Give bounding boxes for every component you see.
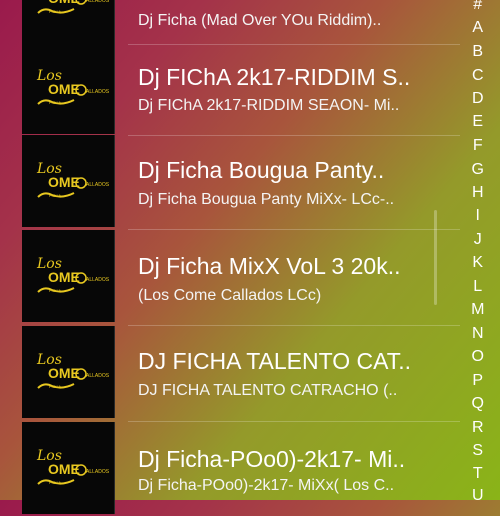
svg-text:ALLADOS: ALLADOS	[86, 89, 110, 95]
los-come-callados-logo: Los OME ALLADOS FICHA	[22, 230, 114, 322]
index-letter-n[interactable]: N	[460, 325, 496, 343]
svg-text:OME: OME	[48, 461, 80, 477]
song-title: Dj Ficha MixX VoL 3 20k..	[138, 253, 401, 279]
svg-text:OME: OME	[48, 269, 80, 285]
song-title: DJ FICHA TALENTO CAT..	[138, 348, 412, 374]
alphabet-index[interactable]: # A B C D E F G H I J K L M N O P Q R S …	[460, 0, 500, 504]
los-come-callados-logo: Los OME ALLADOS FICHA	[22, 42, 114, 134]
svg-text:FICHA: FICHA	[49, 9, 61, 14]
svg-text:ALLADOS: ALLADOS	[86, 277, 110, 283]
los-come-callados-logo: Los OME ALLADOS FICHA	[22, 326, 114, 418]
los-come-callados-logo: Los OME ALLADOS FICHA	[22, 0, 114, 43]
album-art-thumbnail: Los OME ALLADOS FICHA	[22, 326, 115, 418]
song-title: Dj FIChA 2k17-RIDDIM S..	[138, 64, 411, 90]
svg-text:FICHA: FICHA	[49, 480, 61, 485]
svg-text:ALLADOS: ALLADOS	[86, 182, 110, 188]
svg-text:ALLADOS: ALLADOS	[86, 469, 110, 475]
list-item[interactable]: Los OME ALLADOS FICHA Dj Ficha (Mad Over…	[0, 0, 460, 45]
song-subtitle: Dj FIChA 2k17-RIDDIM SEAON- Mi..	[138, 97, 400, 114]
svg-text:FICHA: FICHA	[49, 193, 61, 198]
album-art-thumbnail: Los OME ALLADOS FICHA	[22, 230, 115, 322]
song-subtitle: Dj Ficha Bougua Panty MiXx- LCc-..	[138, 191, 395, 208]
album-art-thumbnail: Los OME ALLADOS FICHA	[22, 42, 115, 134]
album-art-thumbnail: Los OME ALLADOS FICHA	[22, 0, 115, 43]
index-letter-i[interactable]: I	[460, 207, 496, 225]
index-letter-e[interactable]: E	[460, 113, 496, 131]
song-subtitle: Dj Ficha-POo0)-2k17- MiXx( Los C..	[138, 477, 395, 494]
index-letter-j[interactable]: J	[460, 231, 496, 249]
index-letter-k[interactable]: K	[460, 254, 496, 272]
svg-text:FICHA: FICHA	[49, 384, 61, 389]
svg-text:ALLADOS: ALLADOS	[86, 0, 110, 4]
los-come-callados-logo: Los OME ALLADOS FICHA	[22, 422, 114, 514]
index-letter-r[interactable]: R	[460, 419, 496, 437]
index-letter-hash[interactable]: #	[460, 0, 496, 14]
svg-text:ALLADOS: ALLADOS	[86, 373, 110, 379]
svg-text:OME: OME	[48, 0, 80, 6]
song-subtitle: DJ FICHA TALENTO CATRACHO (..	[138, 382, 398, 399]
index-letter-d[interactable]: D	[460, 90, 496, 108]
los-come-callados-logo: Los OME ALLADOS FICHA	[22, 135, 114, 227]
svg-text:OME: OME	[48, 174, 80, 190]
index-letter-f[interactable]: F	[460, 137, 496, 155]
index-letter-p[interactable]: P	[460, 372, 496, 390]
index-letter-u[interactable]: U	[460, 487, 496, 505]
list-item[interactable]: Los OME ALLADOS FICHA Dj FIChA 2k17-RIDD…	[0, 42, 460, 136]
list-item[interactable]: Los OME ALLADOS FICHA Dj Ficha Bougua Pa…	[0, 135, 460, 229]
svg-text:OME: OME	[48, 81, 80, 97]
svg-text:FICHA: FICHA	[49, 288, 61, 293]
song-subtitle: (Los Come Callados LCc)	[138, 287, 322, 304]
index-letter-t[interactable]: T	[460, 465, 496, 483]
album-art-thumbnail: Los OME ALLADOS FICHA	[22, 135, 115, 227]
list-item[interactable]: Los OME ALLADOS FICHA Dj Ficha MixX VoL …	[0, 230, 460, 324]
song-title: Dj Ficha Bougua Panty..	[138, 157, 385, 183]
index-letter-q[interactable]: Q	[460, 395, 496, 413]
album-art-thumbnail: Los OME ALLADOS FICHA	[22, 422, 115, 514]
svg-text:OME: OME	[48, 365, 80, 381]
index-letter-m[interactable]: M	[460, 301, 496, 319]
index-letter-a[interactable]: A	[460, 19, 496, 37]
index-letter-o[interactable]: O	[460, 348, 496, 366]
index-letter-l[interactable]: L	[460, 278, 496, 296]
index-letter-g[interactable]: G	[460, 161, 496, 179]
index-letter-c[interactable]: C	[460, 67, 496, 85]
scrollbar[interactable]	[434, 210, 437, 305]
song-title: Dj Ficha-POo0)-2k17- Mi..	[138, 446, 406, 472]
index-letter-b[interactable]: B	[460, 43, 496, 61]
song-list: Los OME ALLADOS FICHA Dj Ficha (Mad Over…	[0, 0, 460, 514]
svg-text:FICHA: FICHA	[49, 100, 61, 105]
list-item[interactable]: Los OME ALLADOS FICHA DJ FICHA TALENTO C…	[0, 326, 460, 420]
song-subtitle: Dj Ficha (Mad Over YOu Riddim)..	[138, 12, 382, 29]
index-letter-s[interactable]: S	[460, 442, 496, 460]
list-item[interactable]: Los OME ALLADOS FICHA Dj Ficha-POo0)-2k1…	[0, 422, 460, 516]
index-letter-h[interactable]: H	[460, 184, 496, 202]
